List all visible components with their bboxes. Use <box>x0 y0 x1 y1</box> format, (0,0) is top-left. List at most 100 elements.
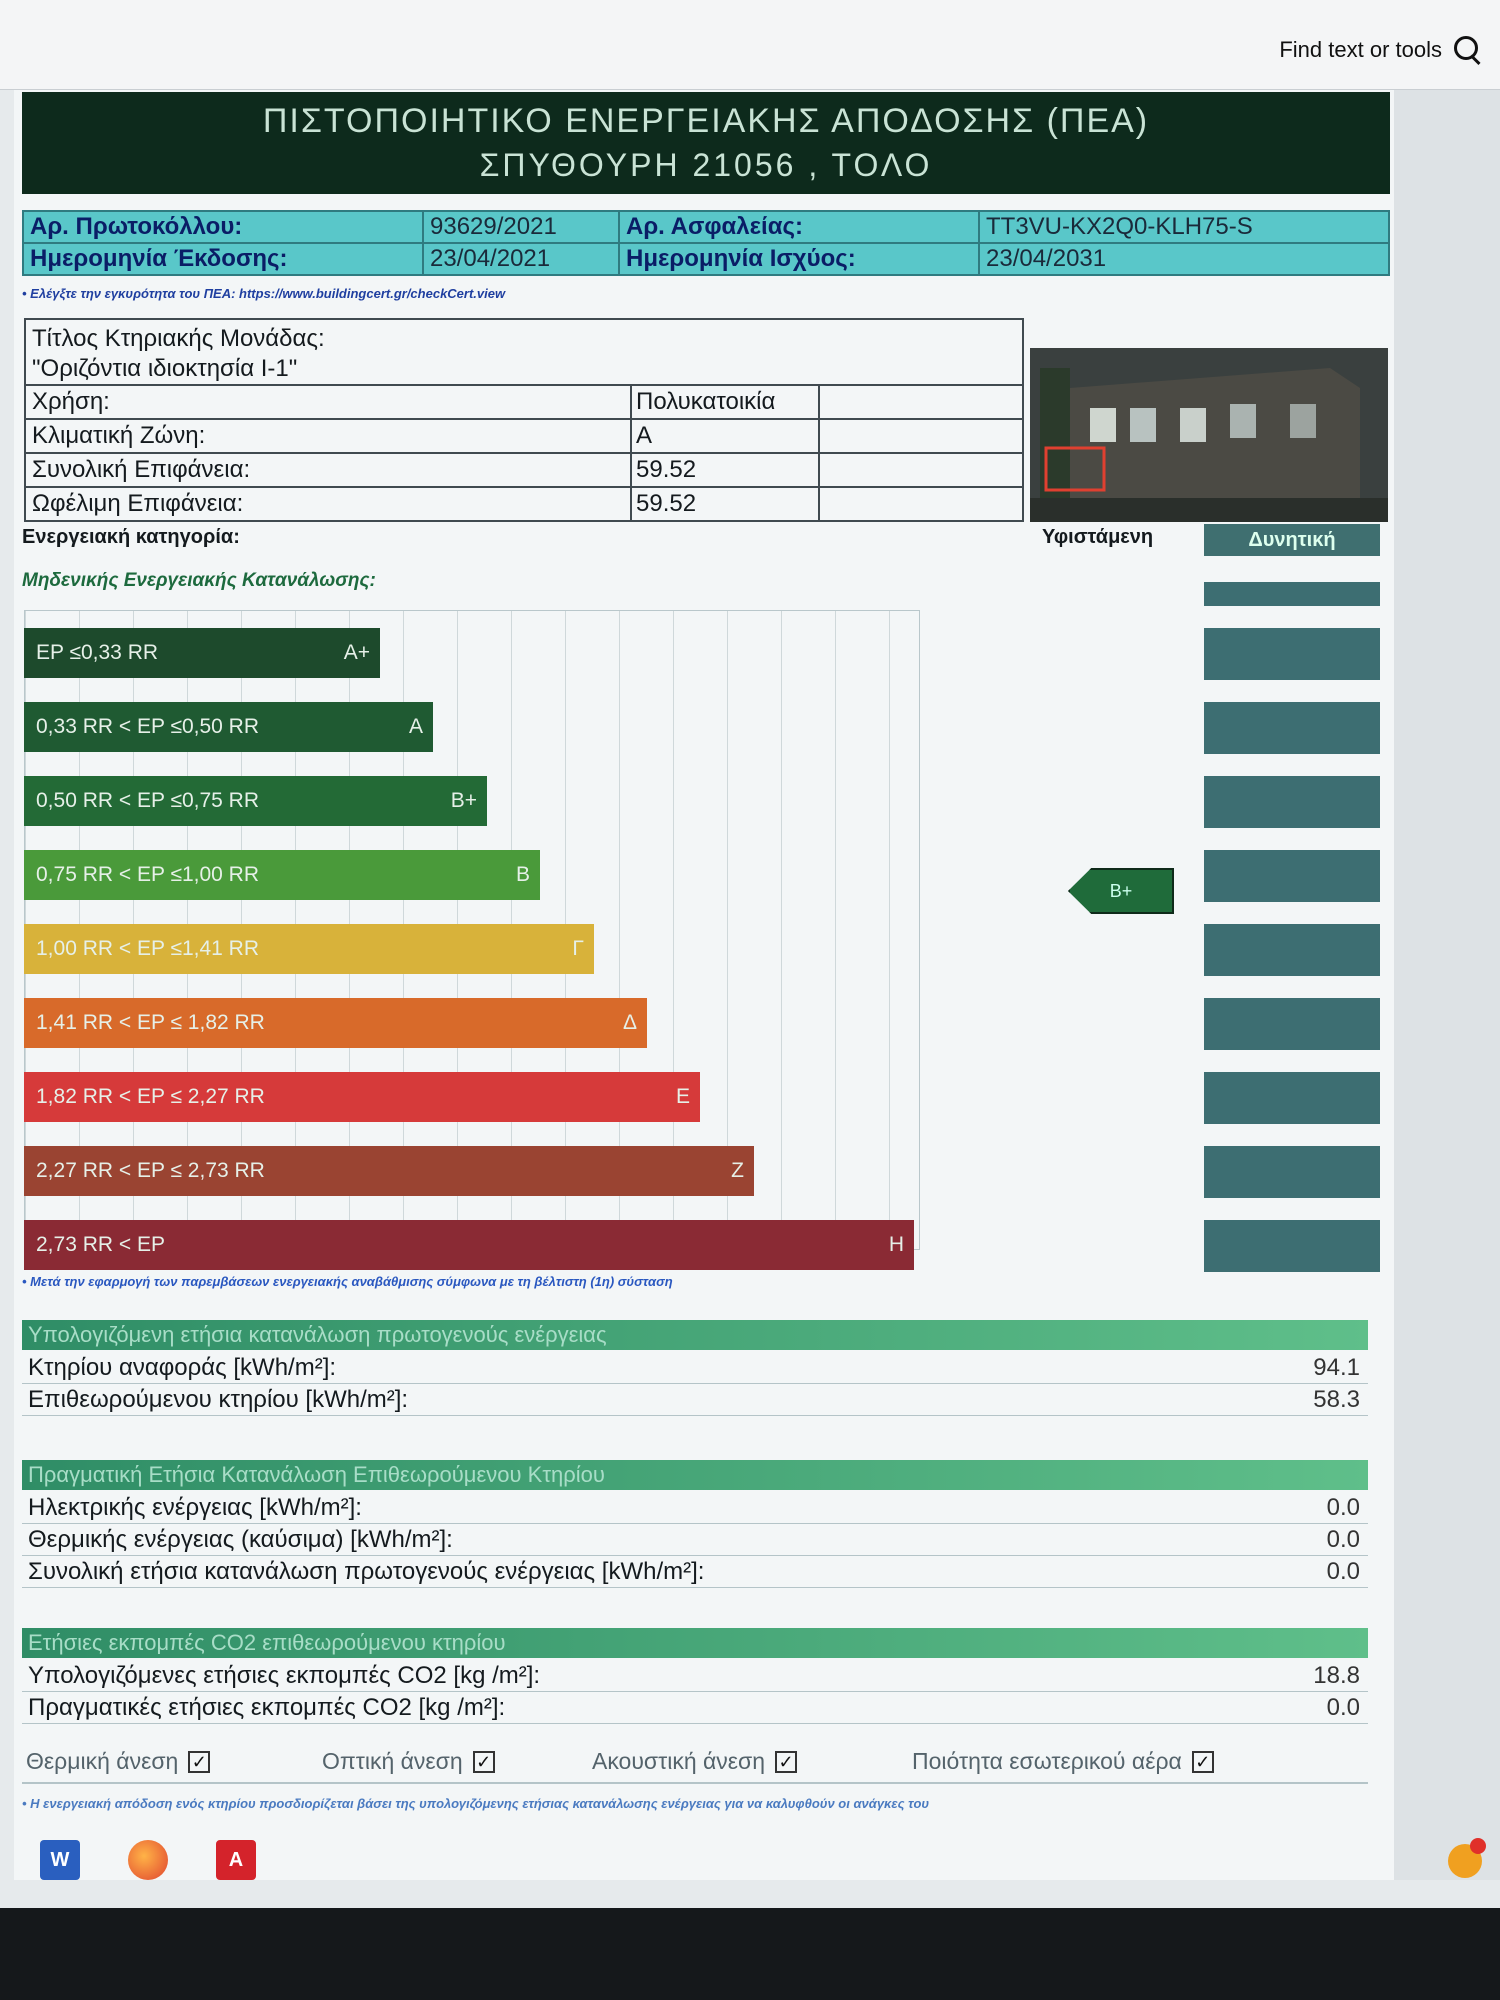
optical-comfort-checkbox[interactable]: ✓ <box>472 1750 495 1773</box>
air-quality-item: Ποιότητα εσωτερικού αέρα ✓ <box>912 1748 1214 1775</box>
energy-band-8: 2,27 RR < EP ≤ 2,73 RR Ζ <box>24 1146 754 1196</box>
zero-energy-label: Μηδενικής Ενεργειακής Κατανάλωσης: <box>22 570 376 591</box>
inspected-building-row: Επιθεωρούμενου κτηρίου [kWh/m²]: 58.3 <box>22 1384 1368 1416</box>
certificate-page: ΠΙΣΤΟΠΟΙΗΤΙΚΟ ΕΝΕΡΓΕΙΑΚΗΣ ΑΠΟΔΟΣΗΣ (ΠΕΑ)… <box>14 90 1394 1880</box>
insurance-label: Αρ. Ασφαλείας: <box>618 210 980 244</box>
co2-header: Ετήσιες εκπομπές CO2 επιθεωρούμενου κτηρ… <box>22 1628 1368 1658</box>
protocol-value: 93629/2021 <box>422 210 620 244</box>
potential-swatch <box>1204 582 1380 606</box>
energy-band-class: B <box>515 863 530 886</box>
electric-energy-label: Ηλεκτρικής ενέργειας [kWh/m²]: <box>28 1494 362 1521</box>
reference-building-row: Κτηρίου αναφοράς [kWh/m²]: 94.1 <box>22 1352 1368 1384</box>
air-quality-label: Ποιότητα εσωτερικού αέρα <box>912 1748 1182 1774</box>
thermal-comfort-checkbox[interactable]: ✓ <box>188 1750 211 1773</box>
energy-band-range: 0,33 RR < EP ≤0,50 RR <box>36 715 260 738</box>
certificate-title: ΠΙΣΤΟΠΟΙΗΤΙΚΟ ΕΝΕΡΓΕΙΑΚΗΣ ΑΠΟΔΟΣΗΣ (ΠΕΑ) <box>262 102 1150 140</box>
co2-calculated-label: Υπολογιζόμενες ετήσιες εκπομπές CO2 [kg … <box>28 1662 541 1689</box>
unit-title-value: "Οριζόντια ιδιοκτησία Ι-1" <box>32 355 298 382</box>
thermal-energy-row: Θερμικής ενέργειας (καύσιμα) [kWh/m²]: 0… <box>22 1524 1368 1556</box>
potential-swatch <box>1204 1220 1380 1272</box>
acoustic-comfort-checkbox[interactable]: ✓ <box>775 1750 798 1773</box>
building-illustration <box>1030 348 1388 522</box>
co2-actual-label: Πραγματικές ετήσιες εκπομπές CO2 [kg /m²… <box>28 1694 506 1721</box>
validity-date-label: Ημερομηνία Ισχύος: <box>618 242 980 276</box>
thermal-comfort-label: Θερμική άνεση <box>26 1748 179 1774</box>
acoustic-comfort-label: Ακουστική άνεση <box>592 1748 766 1774</box>
energy-band-range: 1,00 RR < EP ≤1,41 RR <box>36 937 260 960</box>
issue-date-label: Ημερομηνία Έκδοσης: <box>22 242 424 276</box>
total-area-value: 59.52 <box>630 454 820 486</box>
total-primary-value: 0.0 <box>1326 1558 1360 1585</box>
comfort-footnote: • Η ενεργειακή απόδοση ενός κτηρίου προσ… <box>22 1796 930 1811</box>
potential-swatch <box>1204 1072 1380 1124</box>
issue-date-value: 23/04/2021 <box>422 242 620 276</box>
co2-calculated-value: 18.8 <box>1313 1662 1360 1689</box>
existing-column-header: Υφιστάμενη <box>1042 526 1154 548</box>
energy-band-range: 2,73 RR < EP <box>36 1233 165 1256</box>
energy-band-class: Ζ <box>731 1159 744 1182</box>
unit-title: Τίτλος Κτηριακής Μονάδας: "Οριζόντια ιδι… <box>32 324 325 384</box>
energy-band-6: 1,41 RR < EP ≤ 1,82 RR Δ <box>24 998 647 1048</box>
useful-area-label: Ωφέλιμη Επιφάνεια: <box>32 490 244 517</box>
potential-column-header: Δυνητική <box>1204 524 1380 556</box>
verify-certificate-link[interactable]: • Ελέγξτε την εγκυρότητα του ΠΕΑ: https:… <box>22 286 505 301</box>
energy-band-class: Γ <box>572 937 584 960</box>
unit-zone-row: Κλιματική Ζώνη: Α <box>26 418 1022 452</box>
pdf-app-icon[interactable]: A <box>216 1840 256 1880</box>
potential-swatch <box>1204 850 1380 902</box>
useful-area-value: 59.52 <box>630 488 820 520</box>
inspected-building-label: Επιθεωρούμενου κτηρίου [kWh/m²]: <box>28 1386 409 1413</box>
climate-zone-value: Α <box>630 420 820 452</box>
firefox-app-icon[interactable] <box>128 1840 168 1880</box>
find-text-or-tools-button[interactable]: Find text or tools <box>1279 32 1482 68</box>
use-label: Χρήση: <box>32 388 110 415</box>
potential-swatch <box>1204 1146 1380 1198</box>
unit-useful-area-row: Ωφέλιμη Επιφάνεια: 59.52 <box>26 486 1022 520</box>
energy-band-9: 2,73 RR < EP Η <box>24 1220 914 1270</box>
scale-footnote: • Μετά την εφαρμογή των παρεμβάσεων ενερ… <box>22 1274 673 1289</box>
energy-band-class: Δ <box>622 1011 637 1034</box>
co2-actual-row: Πραγματικές ετήσιες εκπομπές CO2 [kg /m²… <box>22 1692 1368 1724</box>
co2-actual-value: 0.0 <box>1326 1694 1360 1721</box>
energy-band-5: 1,00 RR < EP ≤1,41 RR Γ <box>24 924 594 974</box>
energy-band-range: EP ≤0,33 RR <box>36 641 159 664</box>
energy-band-class: Η <box>888 1233 904 1256</box>
electric-energy-row: Ηλεκτρικής ενέργειας [kWh/m²]: 0.0 <box>22 1492 1368 1524</box>
use-value: Πολυκατοικία <box>630 386 820 418</box>
optical-comfort-label: Οπτική άνεση <box>322 1748 463 1774</box>
climate-zone-label: Κλιματική Ζώνη: <box>32 422 206 449</box>
unit-info-box: Τίτλος Κτηριακής Μονάδας: "Οριζόντια ιδι… <box>24 318 1024 522</box>
acoustic-comfort-item: Ακουστική άνεση ✓ <box>592 1748 798 1775</box>
energy-band-range: 2,27 RR < EP ≤ 2,73 RR <box>36 1159 265 1182</box>
notification-icon[interactable] <box>1448 1838 1486 1878</box>
inspected-building-value: 58.3 <box>1313 1386 1360 1413</box>
word-app-icon[interactable]: W <box>40 1840 80 1880</box>
monitor-bezel <box>0 1908 1500 2000</box>
energy-band-class: B+ <box>450 789 477 812</box>
energy-category-label: Ενεργειακή κατηγορία: <box>22 526 240 548</box>
viewer-toolbar: Find text or tools <box>0 0 1500 90</box>
energy-band-class: A <box>408 715 423 738</box>
actual-consumption-header: Πραγματική Ετήσια Κατανάλωση Επιθεωρούμε… <box>22 1460 1368 1490</box>
energy-band-2: 0,33 RR < EP ≤0,50 RR A <box>24 702 433 752</box>
co2-calculated-row: Υπολογιζόμενες ετήσιες εκπομπές CO2 [kg … <box>22 1660 1368 1692</box>
protocol-label: Αρ. Πρωτοκόλλου: <box>22 210 424 244</box>
reference-building-label: Κτηρίου αναφοράς [kWh/m²]: <box>28 1354 337 1381</box>
reference-building-value: 94.1 <box>1313 1354 1360 1381</box>
energy-band-7: 1,82 RR < EP ≤ 2,27 RR Ε <box>24 1072 700 1122</box>
building-photo <box>1030 348 1388 522</box>
viewer-right-gutter <box>1394 90 1500 1880</box>
total-primary-label: Συνολική ετήσια κατανάλωση πρωτογενούς ε… <box>28 1558 705 1585</box>
energy-band-range: 1,41 RR < EP ≤ 1,82 RR <box>36 1011 265 1034</box>
air-quality-checkbox[interactable]: ✓ <box>1191 1750 1214 1773</box>
taskbar: W A <box>0 1830 1500 1890</box>
total-area-label: Συνολική Επιφάνεια: <box>32 456 251 483</box>
potential-swatch <box>1204 776 1380 828</box>
unit-total-area-row: Συνολική Επιφάνεια: 59.52 <box>26 452 1022 486</box>
total-primary-row: Συνολική ετήσια κατανάλωση πρωτογενούς ε… <box>22 1556 1368 1588</box>
certificate-title-bar: ΠΙΣΤΟΠΟΙΗΤΙΚΟ ΕΝΕΡΓΕΙΑΚΗΣ ΑΠΟΔΟΣΗΣ (ΠΕΑ)… <box>22 92 1390 194</box>
primary-energy-header: Υπολογιζόμενη ετήσια κατανάλωση πρωτογεν… <box>22 1320 1368 1350</box>
certificate-address: ΣΠΥΘΟΥΡΗ 21056 , ΤΟΛΟ <box>479 147 933 183</box>
thermal-energy-value: 0.0 <box>1326 1526 1360 1553</box>
potential-swatch <box>1204 924 1380 976</box>
